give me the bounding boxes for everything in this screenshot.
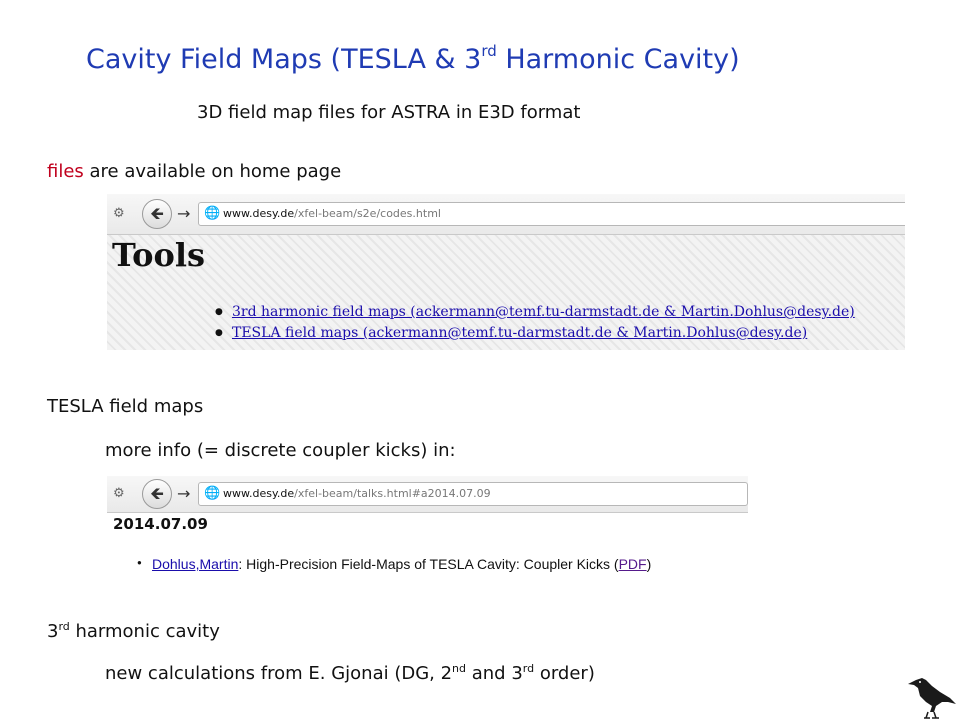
tesla-field-maps-link[interactable]: TESLA field maps (ackermann@temf.tu-darm… — [232, 325, 807, 341]
slide-title: Cavity Field Maps (TESLA & 3rd Harmonic … — [86, 42, 740, 75]
globe-icon: 🌐 — [204, 486, 221, 501]
files-line: files are available on home page — [47, 161, 342, 182]
page-heading: Tools — [112, 236, 205, 274]
globe-icon: 🌐 — [204, 206, 221, 221]
new-calculations-line: new calculations from E. Gjonai (DG, 2nd… — [105, 662, 595, 684]
address-url: www.desy.de/xfel-beam/talks.html#a2014.0… — [223, 487, 491, 500]
pdf-link[interactable]: PDF — [619, 556, 647, 572]
gear-icon[interactable]: ⚙ — [113, 206, 125, 221]
back-arrow-icon[interactable]: 🡸 — [142, 199, 172, 229]
more-info-line: more info (= discrete coupler kicks) in: — [105, 440, 456, 461]
slide-subtitle: 3D field map files for ASTRA in E3D form… — [197, 102, 581, 123]
link-list: 3rd harmonic field maps (ackermann@temf.… — [215, 302, 855, 344]
list-item: TESLA field maps (ackermann@temf.tu-darm… — [215, 323, 855, 344]
raven-logo — [908, 678, 956, 719]
date-heading: 2014.07.09 — [113, 515, 208, 533]
tesla-heading: TESLA field maps — [47, 396, 204, 417]
browser-toolbar: ⚙ 🡸 → 🌐 www.desy.de/xfel-beam/s2e/codes.… — [107, 194, 905, 235]
browser-screenshot-talks: ⚙ 🡸 → 🌐 www.desy.de/xfel-beam/talks.html… — [107, 476, 748, 580]
forward-arrow-icon[interactable]: → — [177, 484, 190, 503]
address-bar[interactable]: 🌐 www.desy.de/xfel-beam/s2e/codes.html — [198, 202, 905, 226]
list-item: Dohlus,Martin: High-Precision Field-Maps… — [137, 556, 651, 572]
talk-list: Dohlus,Martin: High-Precision Field-Maps… — [137, 556, 651, 572]
address-url: www.desy.de/xfel-beam/s2e/codes.html — [223, 207, 441, 220]
third-harmonic-heading: 3rd harmonic cavity — [47, 620, 220, 642]
browser-screenshot-tools: ⚙ 🡸 → 🌐 www.desy.de/xfel-beam/s2e/codes.… — [107, 194, 905, 350]
files-accent: files — [47, 161, 84, 182]
back-arrow-icon[interactable]: 🡸 — [142, 479, 172, 509]
address-bar[interactable]: 🌐 www.desy.de/xfel-beam/talks.html#a2014… — [198, 482, 748, 506]
harmonic-field-maps-link[interactable]: 3rd harmonic field maps (ackermann@temf.… — [232, 304, 855, 320]
author-link[interactable]: Dohlus,Martin — [152, 556, 238, 572]
forward-arrow-icon[interactable]: → — [177, 204, 190, 223]
list-item: 3rd harmonic field maps (ackermann@temf.… — [215, 302, 855, 323]
browser-toolbar: ⚙ 🡸 → 🌐 www.desy.de/xfel-beam/talks.html… — [107, 476, 748, 513]
gear-icon[interactable]: ⚙ — [113, 486, 125, 501]
